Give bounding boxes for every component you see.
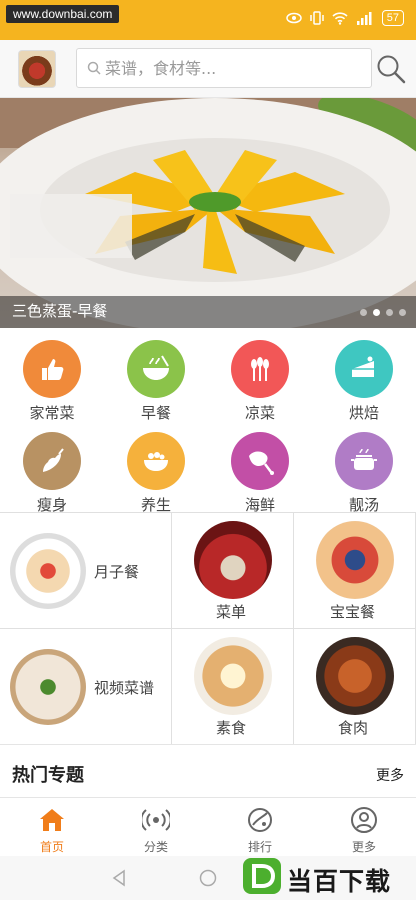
category-label: 早餐	[140, 404, 171, 422]
user-icon	[351, 807, 377, 833]
category-home-cooking[interactable]: 家常菜	[0, 330, 104, 422]
feature-vegetarian[interactable]: 素食	[172, 629, 294, 745]
status-bar: www.downbai.com 57	[0, 0, 416, 40]
tab-category[interactable]: 分类	[104, 798, 208, 856]
feature-label: 素食	[216, 719, 247, 737]
category-cold-dishes[interactable]: 凉菜	[208, 330, 312, 422]
category-label: 烘焙	[348, 404, 379, 422]
video-recipe-photo	[10, 649, 86, 725]
tab-label: 排行	[247, 840, 272, 854]
feature-confinement-meals[interactable]: 月子餐	[0, 513, 172, 629]
search-small-icon	[87, 61, 101, 75]
vegetarian-photo	[194, 637, 272, 715]
search-header	[0, 40, 416, 98]
tab-more[interactable]: 更多	[312, 798, 416, 856]
feature-menu[interactable]: 菜单	[172, 513, 294, 629]
home-icon	[40, 809, 64, 831]
more-link[interactable]: 更多	[376, 765, 404, 785]
avatar[interactable]	[18, 50, 56, 88]
category-soup[interactable]: 靓汤	[312, 422, 416, 514]
feature-baby-meals[interactable]: 宝宝餐	[294, 513, 416, 629]
thumbs-up-icon	[23, 340, 81, 398]
hot-pot-icon	[127, 432, 185, 490]
carousel-indicator	[360, 309, 406, 316]
wifi-icon	[332, 11, 348, 25]
brand-text: 当百下载	[287, 867, 392, 896]
watermark: www.downbai.com	[6, 5, 120, 23]
category-label: 凉菜	[244, 404, 275, 422]
feature-label: 食肉	[338, 719, 369, 737]
ranking-icon	[248, 808, 272, 832]
ham-icon	[231, 432, 289, 490]
home-nav-icon[interactable]	[199, 869, 217, 887]
category-slimming[interactable]: 瘦身	[0, 422, 104, 514]
pepper-icon	[23, 432, 81, 490]
brand-watermark: 当百下载	[243, 858, 411, 896]
feature-meat[interactable]: 食肉	[294, 629, 416, 745]
category-health[interactable]: 养生	[104, 422, 208, 514]
tab-label: 首页	[39, 840, 64, 854]
feature-label: 菜单	[216, 603, 247, 621]
baby-meal-photo	[316, 521, 394, 599]
category-seafood[interactable]: 海鲜	[208, 422, 312, 514]
banner-carousel[interactable]: 三色蒸蛋-早餐	[0, 98, 416, 328]
category-baking[interactable]: 烘焙	[312, 330, 416, 422]
tab-ranking[interactable]: 排行	[208, 798, 312, 856]
soup-pot-icon	[335, 432, 393, 490]
cake-icon	[335, 340, 393, 398]
status-icons: 57	[286, 10, 404, 26]
bottom-tab-bar: 首页 分类 排行 更多	[0, 798, 416, 856]
wheat-icon	[231, 340, 289, 398]
tab-label: 更多	[351, 840, 376, 854]
search-input[interactable]	[105, 58, 355, 78]
menu-photo	[194, 521, 272, 599]
search-box[interactable]	[76, 48, 372, 88]
eye-icon	[286, 12, 302, 24]
tab-home[interactable]: 首页	[0, 798, 104, 856]
category-label: 家常菜	[29, 404, 75, 422]
search-icon[interactable]	[374, 52, 408, 86]
feature-grid: 月子餐 菜单 宝宝餐 视频菜谱 素食 食肉	[0, 512, 416, 745]
carousel-dot	[386, 309, 393, 316]
tab-label: 分类	[143, 840, 168, 854]
back-icon[interactable]	[110, 869, 128, 887]
broadcast-icon	[142, 809, 170, 831]
banner-title: 三色蒸蛋-早餐	[12, 302, 108, 320]
carousel-dot-active	[373, 309, 380, 316]
carousel-dot	[360, 309, 367, 316]
banner-image	[0, 98, 416, 328]
confinement-meal-photo	[10, 533, 86, 609]
signal-icon	[356, 11, 372, 25]
category-breakfast[interactable]: 早餐	[104, 330, 208, 422]
feature-label: 视频菜谱	[94, 679, 155, 697]
carousel-dot	[399, 309, 406, 316]
feature-label: 月子餐	[94, 563, 140, 581]
feature-video-recipes[interactable]: 视频菜谱	[0, 629, 172, 745]
hot-topics-header: 热门专题 更多	[0, 744, 416, 798]
category-grid: 家常菜 早餐 凉菜 烘焙 瘦身 养生 海鲜 靓汤	[0, 330, 416, 514]
section-title: 热门专题	[12, 765, 84, 786]
bowl-icon	[127, 340, 185, 398]
battery-level: 57	[381, 10, 404, 26]
brand-logo-icon	[243, 858, 281, 894]
vibrate-icon	[310, 11, 324, 25]
feature-label: 宝宝餐	[330, 603, 376, 621]
meat-photo	[316, 637, 394, 715]
